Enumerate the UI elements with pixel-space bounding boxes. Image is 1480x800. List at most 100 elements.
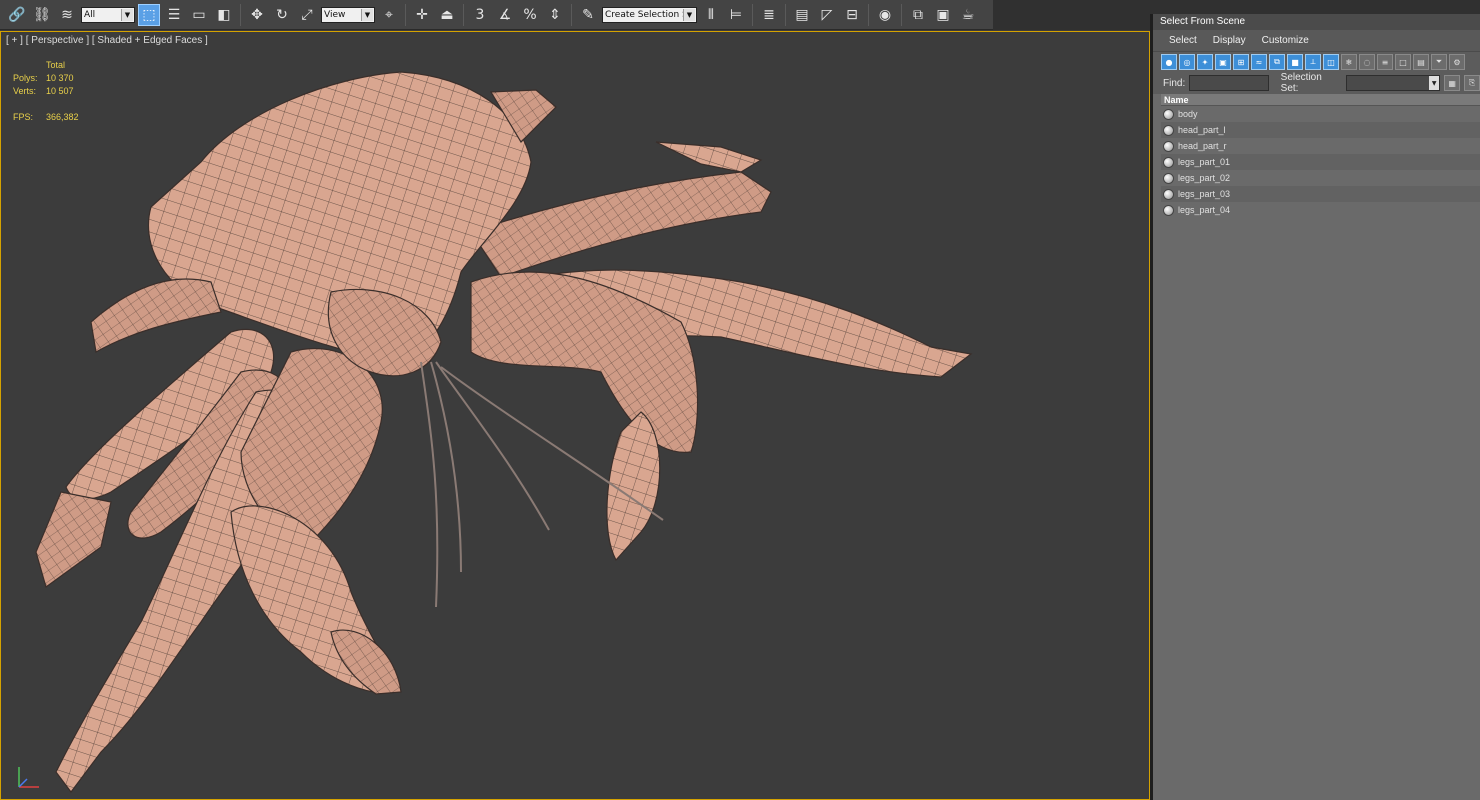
copy-selection-set-icon[interactable]: ⎘ xyxy=(1464,75,1480,91)
dialog-menu-bar: Select Display Customize xyxy=(1153,30,1480,52)
find-input[interactable] xyxy=(1189,75,1269,91)
stats-polys-row: Polys: 10 370 xyxy=(13,72,79,85)
display-hidden-icon[interactable]: ◌ xyxy=(1359,54,1375,70)
stats-verts-value: 10 507 xyxy=(46,86,74,96)
display-filter-toolbar: ● ◎ ✦ ▣ ⊞ ≈ ⧉ ■ ⟂ ◫ ❄ ◌ ≡ □ ▤ ⏷ ⚙ xyxy=(1153,52,1480,72)
schematic-view-icon[interactable]: ⊟ xyxy=(841,4,863,26)
align-icon[interactable]: ⊨ xyxy=(725,4,747,26)
dialog-title[interactable]: Select From Scene xyxy=(1153,14,1480,30)
display-groups-icon[interactable]: ⧉ xyxy=(1269,54,1285,70)
angle-snap-icon[interactable]: ∡ xyxy=(494,4,516,26)
manage-selection-sets-icon[interactable]: ▦ xyxy=(1444,75,1461,91)
menu-select[interactable]: Select xyxy=(1169,35,1197,46)
toolbar-divider xyxy=(868,3,869,26)
main-toolbar: 🔗 ⛓ ≋ All ▼ ⬚ ☰ ▭ ◧ ✥ ↻ ⤢ View ▼ ⌖ ✛ ⏏ 3… xyxy=(0,0,993,30)
filter-icon[interactable]: ⏷ xyxy=(1431,54,1447,70)
unlink-icon[interactable]: ⛓ xyxy=(31,4,53,26)
rectangular-selection-icon[interactable]: ▭ xyxy=(188,4,210,26)
geometry-object-icon xyxy=(1163,124,1174,136)
menu-customize[interactable]: Customize xyxy=(1262,35,1309,46)
display-helpers-icon[interactable]: ⊞ xyxy=(1233,54,1249,70)
select-invert-icon[interactable]: ▤ xyxy=(1413,54,1429,70)
display-frozen-icon[interactable]: ❄ xyxy=(1341,54,1357,70)
display-shapes-icon[interactable]: ◎ xyxy=(1179,54,1195,70)
column-header-name[interactable]: Name xyxy=(1161,94,1480,106)
mirror-icon[interactable]: ⫴ xyxy=(700,4,722,26)
toolbar-divider xyxy=(785,3,786,26)
stats-fps-row: FPS: 366,382 xyxy=(13,111,79,124)
stats-fps-value: 366,382 xyxy=(46,112,79,122)
viewport-label[interactable]: [ + ] [ Perspective ] [ Shaded + Edged F… xyxy=(6,35,208,46)
selection-set-dropdown[interactable]: ▼ xyxy=(1345,75,1441,91)
edit-named-selection-icon[interactable]: ✎ xyxy=(577,4,599,26)
geometry-object-icon xyxy=(1163,140,1174,152)
move-icon[interactable]: ✥ xyxy=(246,4,268,26)
spinner-snap-icon[interactable]: ⇕ xyxy=(544,4,566,26)
rotate-icon[interactable]: ↻ xyxy=(271,4,293,26)
toolbar-divider xyxy=(240,3,241,26)
stats-polys-label: Polys: xyxy=(13,73,38,83)
named-selection-set-dropdown[interactable]: Create Selection Se ▼ xyxy=(602,6,697,23)
list-item[interactable]: legs_part_03 xyxy=(1161,186,1480,202)
rendered-frame-window-icon[interactable]: ▣ xyxy=(932,4,954,26)
list-item[interactable]: head_part_l xyxy=(1161,122,1480,138)
curve-editor-icon[interactable]: ◸ xyxy=(816,4,838,26)
menu-display[interactable]: Display xyxy=(1213,35,1246,46)
app-window: 🔗 ⛓ ≋ All ▼ ⬚ ☰ ▭ ◧ ✥ ↻ ⤢ View ▼ ⌖ ✛ ⏏ 3… xyxy=(0,0,1480,800)
render-setup-icon[interactable]: ⧉ xyxy=(907,4,929,26)
link-icon[interactable]: 🔗 xyxy=(6,4,28,26)
display-lights-icon[interactable]: ✦ xyxy=(1197,54,1213,70)
snaps-toggle-icon[interactable]: 3 xyxy=(469,4,491,26)
material-editor-icon[interactable]: ◉ xyxy=(874,4,896,26)
keyboard-shortcut-icon[interactable]: ⏏ xyxy=(436,4,458,26)
filter-options-icon[interactable]: ⚙ xyxy=(1449,54,1465,70)
scene-statistics: Total Polys: 10 370 Verts: 10 507 FPS: 3… xyxy=(13,59,79,124)
render-production-icon[interactable]: ☕ xyxy=(957,4,979,26)
list-item[interactable]: legs_part_01 xyxy=(1161,154,1480,170)
object-list: body head_part_l head_part_r legs_part_0… xyxy=(1161,106,1480,218)
bind-space-warp-icon[interactable]: ≋ xyxy=(56,4,78,26)
display-xrefs-icon[interactable]: ■ xyxy=(1287,54,1303,70)
stats-total-label: Total xyxy=(46,60,66,70)
chevron-down-icon: ▼ xyxy=(361,8,373,21)
toolbar-divider xyxy=(752,3,753,26)
perspective-viewport[interactable]: [ + ] [ Perspective ] [ Shaded + Edged F… xyxy=(0,31,1150,800)
stats-fps-label: FPS: xyxy=(13,112,34,122)
reference-coordinate-dropdown[interactable]: View ▼ xyxy=(321,6,375,23)
display-containers-icon[interactable]: ◫ xyxy=(1323,54,1339,70)
layer-manager-icon[interactable]: ≣ xyxy=(758,4,780,26)
geometry-object-icon xyxy=(1163,108,1174,120)
window-crossing-icon[interactable]: ◧ xyxy=(213,4,235,26)
percent-snap-icon[interactable]: % xyxy=(519,4,541,26)
display-bones-icon[interactable]: ⟂ xyxy=(1305,54,1321,70)
toolbar-divider xyxy=(901,3,902,26)
select-all-icon[interactable]: ≡ xyxy=(1377,54,1393,70)
toolbar-divider xyxy=(463,3,464,26)
display-space-warps-icon[interactable]: ≈ xyxy=(1251,54,1267,70)
find-label: Find: xyxy=(1163,77,1186,89)
list-item[interactable]: head_part_r xyxy=(1161,138,1480,154)
axis-tripod-icon xyxy=(18,767,39,788)
find-bar: Find: Selection Set: ▼ ▦ ⎘ xyxy=(1153,72,1480,94)
selection-set-label: Selection Set: xyxy=(1280,72,1322,94)
select-none-icon[interactable]: □ xyxy=(1395,54,1411,70)
toolbar-divider xyxy=(405,3,406,26)
select-object-icon[interactable]: ⬚ xyxy=(138,3,160,26)
graphite-ribbon-icon[interactable]: ▤ xyxy=(791,4,813,26)
stats-verts-row: Verts: 10 507 xyxy=(13,85,79,98)
stats-polys-value: 10 370 xyxy=(46,73,74,83)
selection-filter-dropdown[interactable]: All ▼ xyxy=(81,6,135,23)
display-cameras-icon[interactable]: ▣ xyxy=(1215,54,1231,70)
list-item[interactable]: body xyxy=(1161,106,1480,122)
list-item[interactable]: legs_part_04 xyxy=(1161,202,1480,218)
display-geometry-icon[interactable]: ● xyxy=(1161,54,1177,70)
scale-icon[interactable]: ⤢ xyxy=(296,4,318,26)
chevron-down-icon: ▼ xyxy=(121,8,133,21)
select-by-name-icon[interactable]: ☰ xyxy=(163,4,185,26)
geometry-object-icon xyxy=(1163,188,1174,200)
select-manipulate-icon[interactable]: ✛ xyxy=(411,4,433,26)
list-item[interactable]: legs_part_02 xyxy=(1161,170,1480,186)
geometry-object-icon xyxy=(1163,172,1174,184)
pivot-center-icon[interactable]: ⌖ xyxy=(378,4,400,26)
select-from-scene-dialog: Select From Scene Select Display Customi… xyxy=(1150,14,1480,800)
